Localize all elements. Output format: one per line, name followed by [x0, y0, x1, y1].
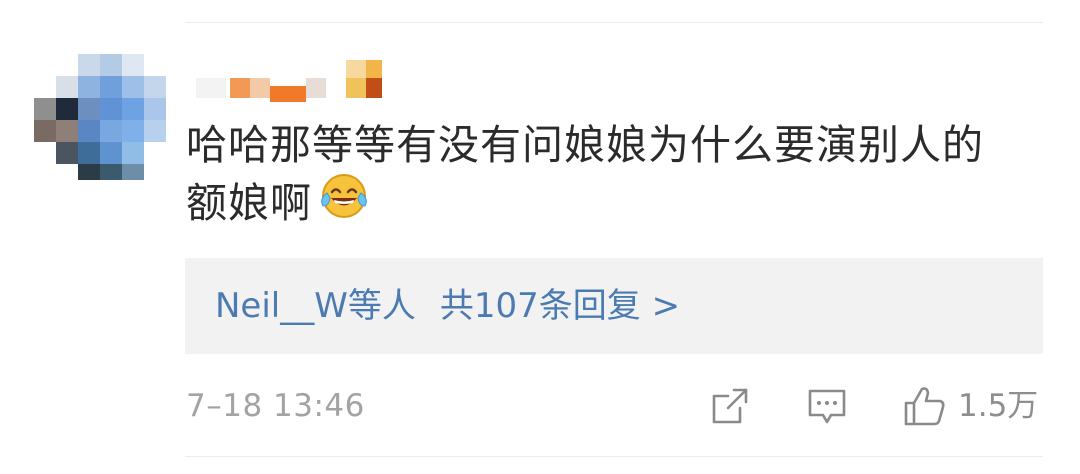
top-divider	[185, 22, 1043, 23]
comment-text: 哈哈那等等有没有问娘娘为什么要演别人的 额娘啊	[186, 116, 1026, 234]
comment-icon[interactable]	[807, 388, 847, 426]
like-count: 1.5万	[958, 388, 1039, 424]
laughing-tears-icon	[318, 171, 370, 234]
avatar[interactable]	[34, 54, 166, 180]
replies-box[interactable]: Neil__W等人 共107条回复 >	[185, 258, 1043, 354]
bottom-divider	[185, 456, 1043, 457]
reply-count[interactable]: 共107条回复 >	[440, 286, 680, 326]
comment-line-1: 哈哈那等等有没有问娘娘为什么要演别人的	[186, 121, 984, 169]
replies-link[interactable]: Neil__W等人 共107条回复 >	[215, 258, 680, 354]
comment-line-2: 额娘啊	[186, 179, 312, 227]
reply-users[interactable]: Neil__W等人	[215, 286, 416, 326]
like-icon[interactable]	[903, 384, 947, 428]
username[interactable]	[196, 56, 396, 112]
comment-timestamp: 7–18 13:46	[186, 388, 365, 424]
share-icon[interactable]	[710, 386, 750, 426]
